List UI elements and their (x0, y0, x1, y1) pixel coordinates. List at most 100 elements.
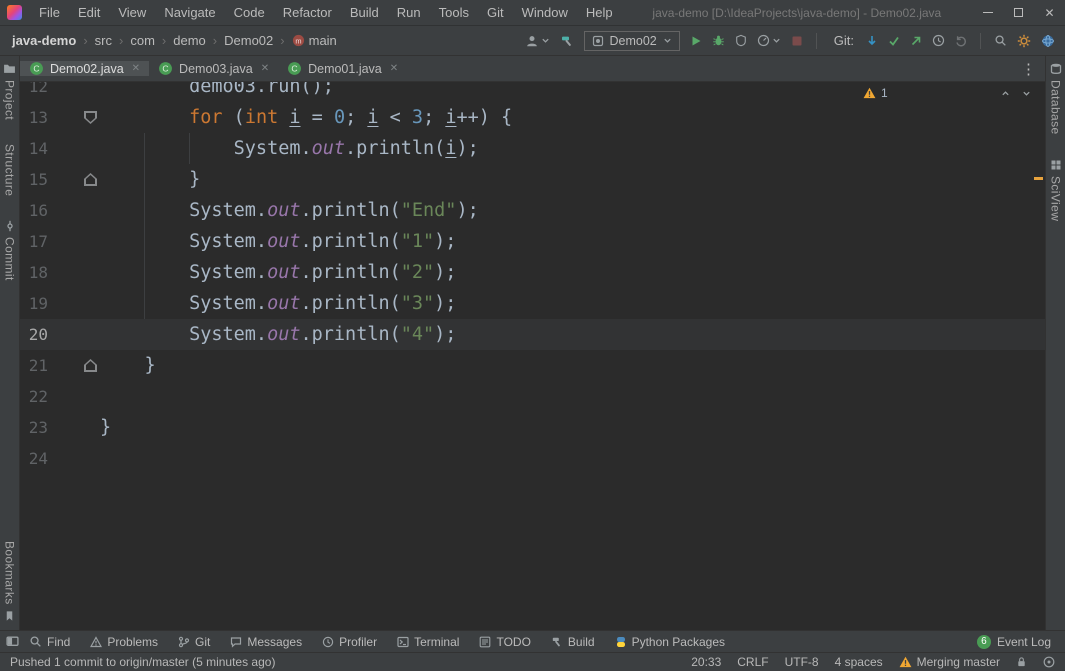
git-branch-indicator[interactable]: Merging master (899, 655, 1000, 669)
profiler-button[interactable] (757, 34, 781, 47)
build-project-button[interactable] (560, 34, 574, 48)
code-line[interactable]: 18 System.out.println("2"); (20, 257, 1045, 288)
toolwindow-stripe-bookmarks[interactable]: Bookmarks (3, 541, 17, 622)
toolwindow-button-label: TODO (496, 635, 530, 649)
toolwindow-switcher-icon[interactable] (6, 635, 19, 648)
toolbar-separator (816, 33, 817, 49)
menu-git[interactable]: Git (478, 0, 513, 25)
toolwindow-button-problems[interactable]: Problems (80, 631, 168, 652)
run-button[interactable] (690, 35, 702, 47)
code-text: System.out.println("End"); (100, 195, 479, 226)
lock-icon[interactable] (1016, 656, 1027, 668)
code-line[interactable]: 13 for (int i = 0; i < 3; i++) { (20, 102, 1045, 133)
toolwindow-button-git[interactable]: Git (168, 631, 220, 652)
code-line[interactable]: 24 (20, 443, 1045, 474)
toolwindow-button-build[interactable]: Build (541, 631, 605, 652)
settings-button[interactable] (1017, 34, 1031, 48)
close-button[interactable]: ✕ (1034, 0, 1065, 25)
minimize-button[interactable] (972, 0, 1003, 25)
menu-view[interactable]: View (109, 0, 155, 25)
history-button[interactable] (932, 34, 945, 47)
gutter: 12 (20, 82, 100, 102)
tab-demo03[interactable]: CDemo03.java✕ (149, 61, 278, 76)
toolwindow-stripe-project[interactable]: Project (3, 62, 17, 120)
menu-window[interactable]: Window (513, 0, 577, 25)
line-ending-indicator[interactable]: CRLF (737, 655, 768, 669)
stripe-label: Bookmarks (3, 541, 17, 605)
code-line[interactable]: 16 System.out.println("End"); (20, 195, 1045, 226)
indent-indicator[interactable]: 4 spaces (835, 655, 883, 669)
error-stripe-mark[interactable] (1034, 177, 1043, 180)
breadcrumb-main[interactable]: mmain (290, 32, 339, 49)
fold-end-icon[interactable] (84, 359, 97, 372)
inspections-widget[interactable]: 1 (863, 86, 1031, 100)
toolwindow-button-todo[interactable]: TODO (469, 631, 540, 652)
line-number: 13 (20, 108, 48, 127)
toolwindow-button-python-packages[interactable]: Python Packages (605, 631, 735, 652)
menu-help[interactable]: Help (577, 0, 622, 25)
user-avatar-button[interactable] (525, 34, 550, 48)
toolwindow-stripe-sciview[interactable]: SciView (1049, 159, 1063, 221)
next-warning-icon[interactable] (1022, 89, 1031, 98)
menu-tools[interactable]: Tools (430, 0, 478, 25)
stop-button[interactable] (791, 35, 803, 47)
toolwindow-button-messages[interactable]: Messages (220, 631, 312, 652)
update-project-button[interactable] (866, 35, 878, 47)
code-line[interactable]: 19 System.out.println("3"); (20, 288, 1045, 319)
code-line[interactable]: 20 System.out.println("4"); (20, 319, 1045, 350)
menu-edit[interactable]: Edit (69, 0, 109, 25)
code-line[interactable]: 21 } (20, 350, 1045, 381)
code-line[interactable]: 23} (20, 412, 1045, 443)
menu-build[interactable]: Build (341, 0, 388, 25)
settings-sync-button[interactable] (1041, 34, 1055, 48)
code-line[interactable]: 14 System.out.println(i); (20, 133, 1045, 164)
code-line[interactable]: 15 } (20, 164, 1045, 195)
encoding-indicator[interactable]: UTF-8 (785, 655, 819, 669)
menu-refactor[interactable]: Refactor (274, 0, 341, 25)
debug-button[interactable] (712, 34, 725, 47)
editor[interactable]: 12 demo03.run();13 for (int i = 0; i < 3… (20, 82, 1045, 630)
tab-close-icon[interactable]: ✕ (390, 63, 398, 74)
tab-demo02[interactable]: CDemo02.java✕ (20, 61, 149, 76)
rollback-button[interactable] (955, 35, 967, 47)
tab-options-icon[interactable]: ⋮ (1012, 56, 1045, 81)
status-indicator-icon[interactable] (1043, 656, 1055, 668)
menu-code[interactable]: Code (225, 0, 274, 25)
breadcrumb-src[interactable]: src (93, 32, 114, 49)
coverage-button[interactable] (735, 34, 747, 47)
left-tool-stripe: Project Structure Commit Bookmarks (0, 56, 20, 630)
menu-run[interactable]: Run (388, 0, 430, 25)
run-configuration-select[interactable]: Demo02 (584, 31, 680, 51)
menu-navigate[interactable]: Navigate (155, 0, 224, 25)
code-text: } (100, 164, 200, 195)
toolwindow-stripe-commit[interactable]: Commit (3, 220, 17, 281)
breadcrumb-demo[interactable]: demo (171, 32, 208, 49)
line-number: 17 (20, 232, 48, 251)
maximize-button[interactable] (1003, 0, 1034, 25)
toolwindow-button-find[interactable]: Find (19, 631, 80, 652)
status-message[interactable]: Pushed 1 commit to origin/master (5 minu… (10, 655, 275, 669)
push-button[interactable] (910, 35, 922, 47)
fold-collapse-icon[interactable] (84, 111, 97, 124)
event-log-button[interactable]: 6 Event Log (969, 635, 1059, 649)
code-line[interactable]: 22 (20, 381, 1045, 412)
menu-file[interactable]: File (30, 0, 69, 25)
svg-text:C: C (162, 64, 168, 74)
toolwindow-stripe-structure[interactable]: Structure (3, 144, 17, 196)
fold-end-icon[interactable] (84, 173, 97, 186)
commit-button[interactable] (888, 35, 900, 47)
debug-icon (712, 34, 725, 47)
search-everywhere-button[interactable] (994, 34, 1007, 47)
tab-close-icon[interactable]: ✕ (132, 63, 140, 74)
breadcrumb-com[interactable]: com (128, 32, 157, 49)
tab-close-icon[interactable]: ✕ (261, 63, 269, 74)
prev-warning-icon[interactable] (1001, 89, 1010, 98)
tab-demo01[interactable]: CDemo01.java✕ (278, 61, 407, 76)
toolwindow-stripe-database[interactable]: Database (1049, 62, 1063, 135)
toolwindow-button-profiler[interactable]: Profiler (312, 631, 387, 652)
breadcrumb-demo02[interactable]: Demo02 (222, 32, 275, 49)
breadcrumb-java-demo[interactable]: java-demo (10, 32, 78, 49)
toolwindow-button-terminal[interactable]: Terminal (387, 631, 469, 652)
code-line[interactable]: 17 System.out.println("1"); (20, 226, 1045, 257)
warning-icon (899, 656, 912, 668)
